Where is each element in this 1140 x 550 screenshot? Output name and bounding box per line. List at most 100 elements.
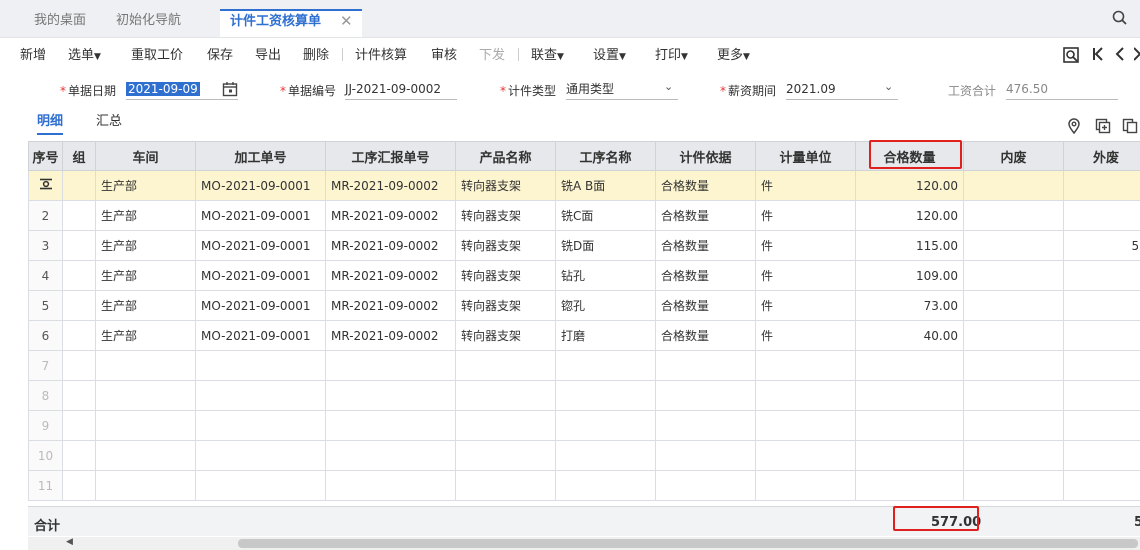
col-header-product[interactable]: 产品名称	[455, 141, 556, 171]
cell-unit[interactable]: 件	[755, 320, 856, 351]
col-header-unit[interactable]: 计量单位	[755, 141, 856, 171]
search-icon[interactable]	[1112, 10, 1128, 26]
save-button[interactable]: 保存	[207, 44, 233, 63]
empty-cell[interactable]	[455, 440, 556, 471]
empty-cell[interactable]	[655, 410, 756, 441]
cell-qty[interactable]: 109.00	[855, 260, 964, 291]
empty-cell[interactable]	[62, 350, 96, 381]
cell-unit[interactable]: 件	[755, 170, 856, 201]
cell-mr[interactable]: MR-2021-09-0002	[325, 200, 456, 231]
cell-product[interactable]: 转向器支架	[455, 260, 556, 291]
select-button[interactable]: 选单▼	[68, 44, 101, 63]
empty-cell[interactable]	[455, 410, 556, 441]
col-header-mo[interactable]: 加工单号	[195, 141, 326, 171]
empty-cell[interactable]	[62, 440, 96, 471]
cell-inner-scrap[interactable]	[963, 290, 1064, 321]
cell-workshop[interactable]: 生产部	[95, 320, 196, 351]
cell-mo[interactable]: MO-2021-09-0001	[195, 170, 326, 201]
empty-cell[interactable]	[755, 350, 856, 381]
cell-workshop[interactable]: 生产部	[95, 230, 196, 261]
empty-cell[interactable]	[963, 380, 1064, 411]
next-record-icon[interactable]	[1133, 46, 1140, 66]
tab-detail[interactable]: 明细	[37, 110, 64, 135]
empty-cell[interactable]	[95, 440, 196, 471]
cell-process[interactable]: 钻孔	[555, 260, 656, 291]
cell-product[interactable]: 转向器支架	[455, 200, 556, 231]
col-header-basis[interactable]: 计件依据	[655, 141, 756, 171]
empty-cell[interactable]	[62, 380, 96, 411]
delete-button[interactable]: 删除	[303, 44, 329, 63]
empty-cell[interactable]	[555, 470, 656, 501]
cell-workshop[interactable]: 生产部	[95, 290, 196, 321]
col-header-process[interactable]: 工序名称	[555, 141, 656, 171]
empty-cell[interactable]	[62, 410, 96, 441]
export-button[interactable]: 导出	[255, 44, 281, 63]
empty-cell[interactable]	[195, 470, 326, 501]
empty-cell[interactable]	[555, 410, 656, 441]
tab-init-nav[interactable]: 初始化导航	[116, 10, 181, 34]
cell-workshop[interactable]: 生产部	[95, 200, 196, 231]
empty-cell[interactable]	[325, 470, 456, 501]
empty-cell[interactable]	[195, 350, 326, 381]
cell-inner-scrap[interactable]	[963, 260, 1064, 291]
cell-product[interactable]: 转向器支架	[455, 290, 556, 321]
empty-cell[interactable]	[455, 470, 556, 501]
tab-desktop[interactable]: 我的桌面	[34, 10, 86, 34]
empty-cell[interactable]	[195, 380, 326, 411]
cell-qty[interactable]: 115.00	[855, 230, 964, 261]
cell-mr[interactable]: MR-2021-09-0002	[325, 170, 456, 201]
col-header-inner-scrap[interactable]: 内废	[963, 141, 1064, 171]
cell-outer-scrap[interactable]	[1063, 170, 1140, 201]
empty-cell[interactable]	[1063, 380, 1140, 411]
refetch-price-button[interactable]: 重取工价	[131, 44, 183, 63]
scroll-left-icon[interactable]: ◀	[66, 537, 73, 547]
piece-calc-button[interactable]: 计件核算	[355, 44, 407, 63]
settings-button[interactable]: 设置▼	[593, 44, 626, 63]
empty-cell[interactable]	[855, 470, 964, 501]
cell-outer-scrap[interactable]	[1063, 320, 1140, 351]
cell-qty[interactable]: 120.00	[855, 170, 964, 201]
empty-cell[interactable]	[95, 350, 196, 381]
cell-qty[interactable]: 73.00	[855, 290, 964, 321]
cell-basis[interactable]: 合格数量	[655, 320, 756, 351]
copy-row-icon[interactable]	[1122, 118, 1138, 138]
cell-mo[interactable]: MO-2021-09-0001	[195, 260, 326, 291]
cell-mo[interactable]: MO-2021-09-0001	[195, 200, 326, 231]
cell-unit[interactable]: 件	[755, 290, 856, 321]
table-row[interactable]: 生产部 MO-2021-09-0001 MR-2021-09-0002 转向器支架 铣A…	[28, 170, 1140, 201]
scrollbar-thumb[interactable]	[238, 539, 1138, 548]
cell-index[interactable]: 3	[28, 230, 63, 261]
table-row-empty[interactable]: 10	[28, 440, 1140, 471]
cell-inner-scrap[interactable]	[963, 320, 1064, 351]
number-field[interactable]: JJ-2021-09-0002	[345, 80, 457, 100]
period-select[interactable]: 2021.09	[786, 80, 898, 100]
col-header-group[interactable]: 组	[62, 141, 96, 171]
horizontal-scrollbar[interactable]: ◀	[28, 537, 1140, 550]
cell-mr[interactable]: MR-2021-09-0002	[325, 290, 456, 321]
cell-inner-scrap[interactable]	[963, 170, 1064, 201]
cell-outer-scrap[interactable]	[1063, 290, 1140, 321]
cell-product[interactable]: 转向器支架	[455, 230, 556, 261]
cell-basis[interactable]: 合格数量	[655, 290, 756, 321]
cell-workshop[interactable]: 生产部	[95, 170, 196, 201]
cell-index[interactable]: 6	[28, 320, 63, 351]
cell-outer-scrap[interactable]	[1063, 260, 1140, 291]
cell-workshop[interactable]: 生产部	[95, 260, 196, 291]
empty-cell[interactable]	[555, 440, 656, 471]
new-button[interactable]: 新增	[20, 44, 46, 63]
table-row-empty[interactable]: 7	[28, 350, 1140, 381]
print-button[interactable]: 打印▼	[655, 44, 688, 63]
chevron-down-icon[interactable]: ⌄	[664, 80, 673, 93]
cell-basis[interactable]: 合格数量	[655, 200, 756, 231]
col-header-index[interactable]: 序号	[28, 141, 63, 171]
empty-cell[interactable]	[195, 410, 326, 441]
empty-cell[interactable]	[325, 350, 456, 381]
close-icon[interactable]: ✕	[340, 12, 353, 30]
empty-cell[interactable]	[755, 410, 856, 441]
preview-icon[interactable]	[1062, 46, 1080, 68]
cell-process[interactable]: 铣C面	[555, 200, 656, 231]
cell-mo[interactable]: MO-2021-09-0001	[195, 230, 326, 261]
cell-outer-scrap[interactable]	[1063, 200, 1140, 231]
empty-cell[interactable]	[655, 350, 756, 381]
empty-cell[interactable]	[325, 440, 456, 471]
